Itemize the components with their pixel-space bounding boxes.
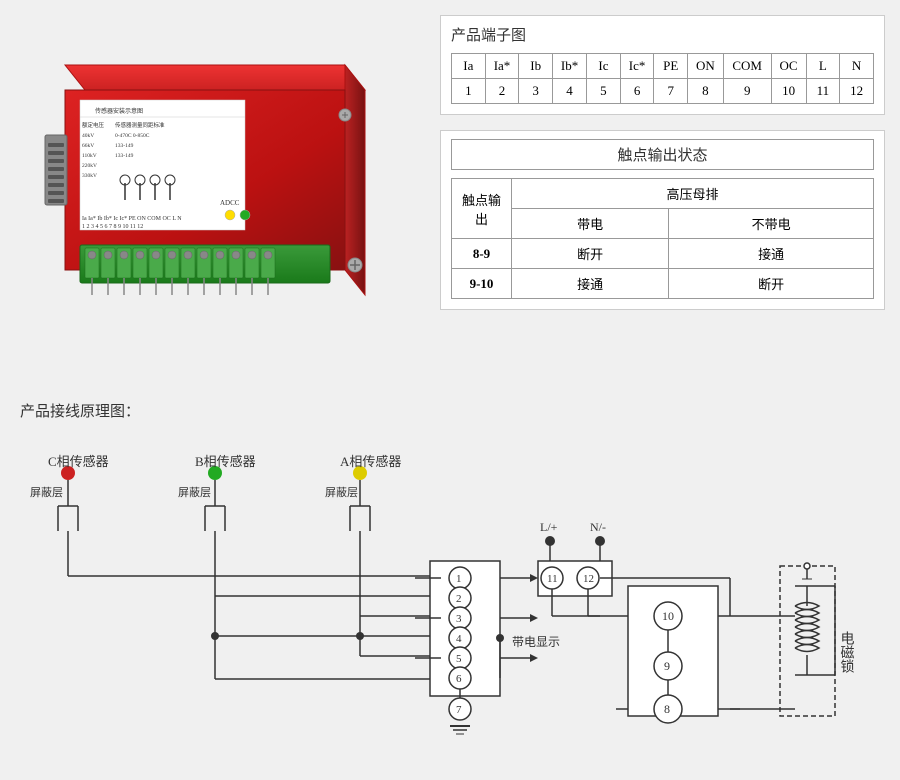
terminal-col-Ic: Ic: [587, 54, 621, 79]
l-plus-label: L/+: [540, 520, 558, 534]
svg-text:2: 2: [456, 593, 462, 605]
contact-subheader-row: 带电 不带电: [452, 209, 874, 239]
contact-col-header-busbar: 高压母排: [512, 179, 874, 209]
terminal-table: IaIa*IbIb*IcIc*PEONCOMOCLN 1234567891011…: [451, 53, 874, 104]
contact-unpowered: 断开: [669, 269, 874, 299]
wiring-svg: C相传感器 B相传感器 A相传感器 屏蔽层 屏蔽层 屏蔽层: [20, 431, 880, 761]
terminal-num-11: 11: [806, 79, 840, 104]
terminal-col-L: L: [806, 54, 840, 79]
product-image-container: 传感器安装示意图 额定电压 40kV 66kV 110kV 220kV 330k…: [0, 0, 430, 390]
terminal-col-PE: PE: [654, 54, 688, 79]
contact-pin: 9-10: [452, 269, 512, 299]
svg-text:7: 7: [456, 704, 462, 716]
terminal-num-1: 1: [452, 79, 486, 104]
terminal-col-OC: OC: [771, 54, 806, 79]
contact-col-header-output: 触点输出: [452, 179, 512, 239]
terminal-col-COM: COM: [723, 54, 771, 79]
contact-pin: 8-9: [452, 239, 512, 269]
contact-unpowered: 接通: [669, 239, 874, 269]
contact-col-powered: 带电: [512, 209, 669, 239]
right-panel: 产品端子图 IaIa*IbIb*IcIc*PEONCOMOCLN 1234567…: [430, 0, 900, 390]
contact-table: 触点输出 高压母排 带电 不带电 8-9断开接通9-10接通断开: [451, 178, 874, 299]
terminal-num-10: 10: [771, 79, 806, 104]
contact-powered: 接通: [512, 269, 669, 299]
terminal-col-Ia: Ia: [452, 54, 486, 79]
terminal-num-7: 7: [654, 79, 688, 104]
contact-powered: 断开: [512, 239, 669, 269]
contact-row: 9-10接通断开: [452, 269, 874, 299]
wiring-diagram: C相传感器 B相传感器 A相传感器 屏蔽层 屏蔽层 屏蔽层: [20, 431, 880, 761]
terminal-col-Ib: Ib: [519, 54, 553, 79]
svg-text:110kV: 110kV: [82, 153, 97, 159]
svg-text:133-149: 133-149: [115, 153, 134, 159]
svg-text:8: 8: [664, 702, 670, 716]
svg-text:ADCC: ADCC: [220, 199, 240, 207]
svg-text:40kV: 40kV: [82, 133, 94, 139]
terminal-num-8: 8: [688, 79, 724, 104]
svg-text:66kV: 66kV: [82, 143, 94, 149]
terminal-num-2: 2: [485, 79, 519, 104]
device-illustration: 传感器安装示意图 额定电压 40kV 66kV 110kV 220kV 330k…: [25, 35, 405, 355]
svg-text:额定电压: 额定电压: [82, 121, 105, 129]
svg-text:1 2 3 4 5 6 7 8: 1 2 3 4 5 6 7 8 9 10 11 12: [82, 224, 143, 230]
terminal-diagram: 产品端子图 IaIa*IbIb*IcIc*PEONCOMOCLN 1234567…: [440, 15, 885, 115]
c-sensor-label: C相传感器: [48, 454, 109, 469]
terminal-num-4: 4: [553, 79, 587, 104]
contact-tbody: 8-9断开接通9-10接通断开: [452, 239, 874, 299]
wiring-title: 产品接线原理图：: [20, 400, 880, 421]
svg-text:Ia Ia* Ib Ib* Ic Ic* PE ON C: Ia Ia* Ib Ib* Ic Ic* PE ON COM OC L N: [82, 216, 182, 222]
terminal-col-ON: ON: [688, 54, 724, 79]
terminal-col-N: N: [840, 54, 874, 79]
svg-text:12: 12: [583, 573, 594, 585]
contact-state-table: 触点输出状态 触点输出 高压母排 带电 不带电 8-9断开接通9-10接通断开: [440, 130, 885, 310]
terminal-num-9: 9: [723, 79, 771, 104]
a-sensor-label: A相传感器: [340, 454, 401, 469]
svg-text:330kV: 330kV: [82, 173, 97, 179]
svg-text:11: 11: [547, 573, 558, 585]
contact-col-unpowered: 不带电: [669, 209, 874, 239]
svg-text:6: 6: [456, 673, 462, 685]
terminal-number-row: 123456789101112: [452, 79, 874, 104]
terminal-num-6: 6: [620, 79, 654, 104]
svg-text:0-470C 0-850C: 0-470C 0-850C: [115, 133, 150, 139]
bottom-section: 产品接线原理图： C相传感器 B相传感器 A相传感器 屏蔽层 屏蔽层 屏蔽层: [0, 390, 900, 780]
terminal-num-5: 5: [587, 79, 621, 104]
svg-text:10: 10: [662, 609, 674, 623]
terminal-col-Ic*: Ic*: [620, 54, 654, 79]
svg-text:传感器安装示意图: 传感器安装示意图: [95, 107, 143, 115]
contact-row: 8-9断开接通: [452, 239, 874, 269]
shield-label-a: 屏蔽层: [325, 486, 358, 499]
terminal-col-Ia*: Ia*: [485, 54, 519, 79]
shield-label-b: 屏蔽层: [178, 486, 211, 499]
svg-text:4: 4: [456, 633, 462, 645]
svg-text:133-149: 133-149: [115, 143, 134, 149]
svg-text:9: 9: [664, 659, 670, 673]
b-sensor-label: B相传感器: [195, 454, 256, 469]
contact-header-row: 触点输出 高压母排: [452, 179, 874, 209]
svg-text:3: 3: [456, 613, 462, 625]
shield-label-c: 屏蔽层: [30, 486, 63, 499]
svg-text:1: 1: [456, 573, 462, 585]
device-svg: 传感器安装示意图 额定电压 40kV 66kV 110kV 220kV 330k…: [25, 35, 405, 355]
contact-state-title: 触点输出状态: [451, 139, 874, 170]
terminal-col-Ib*: Ib*: [553, 54, 587, 79]
svg-text:传感器测量同距标准: 传感器测量同距标准: [115, 121, 165, 129]
n-minus-label: N/-: [590, 520, 606, 534]
svg-text:220kV: 220kV: [82, 163, 97, 169]
terminal-header-row: IaIa*IbIb*IcIc*PEONCOMOCLN: [452, 54, 874, 79]
powered-display-label: 带电显示: [512, 635, 560, 649]
svg-text:5: 5: [456, 653, 462, 665]
terminal-num-12: 12: [840, 79, 874, 104]
terminal-num-3: 3: [519, 79, 553, 104]
terminal-diagram-title: 产品端子图: [451, 24, 874, 45]
em-lock-label: 电磁锁: [839, 631, 855, 673]
